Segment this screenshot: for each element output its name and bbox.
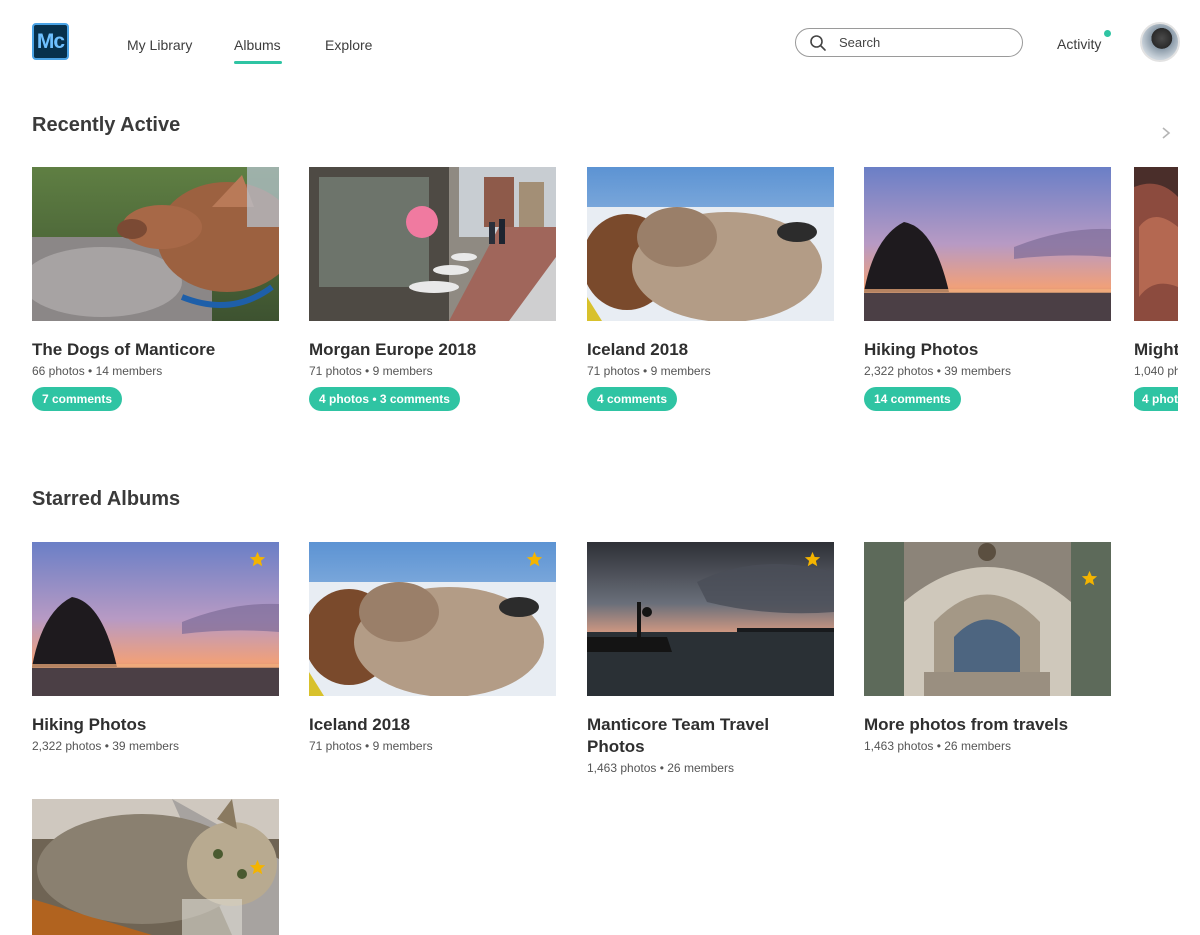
nav-albums[interactable]: Albums [234,37,281,53]
recently-active-heading: Recently Active [32,114,181,136]
album-card[interactable]: The Dogs of Manticore 66 photos • 14 mem… [32,167,279,411]
album-title[interactable]: Hiking Photos [864,339,1111,361]
album-title[interactable]: Iceland 2018 [309,714,556,736]
album-card[interactable]: Mighty 1,040 photos 4 photos [1134,167,1178,411]
album-title[interactable]: More photos from travels [864,714,1111,736]
activity-badge[interactable]: 7 comments [32,387,123,411]
nav-explore[interactable]: Explore [325,37,372,53]
album-title[interactable]: Iceland 2018 [587,339,834,361]
avatar[interactable] [1140,22,1180,62]
activity-badge[interactable]: 4 photos • 3 comments [309,387,460,411]
album-card-clipped: Mighty 1,040 photos 4 photos [1134,167,1178,427]
album-card[interactable]: Manticore Team Travel Photos 1,463 photo… [587,542,834,775]
album-meta: 71 photos • 9 members [309,364,433,378]
album-thumbnail[interactable] [32,167,279,321]
album-card[interactable]: Hiking Photos 2,322 photos • 39 members [32,542,279,753]
album-title[interactable]: Manticore Team Travel Photos [587,714,787,758]
search-input[interactable] [839,35,1009,50]
starred-albums-heading: Starred Albums [32,488,181,510]
album-meta: 66 photos • 14 members [32,364,163,378]
album-thumbnail[interactable] [1134,167,1178,321]
chevron-right-icon[interactable] [1159,124,1173,142]
album-thumbnail[interactable] [587,542,834,696]
album-title[interactable]: Morgan Europe 2018 [309,339,556,361]
album-title[interactable]: Hiking Photos [32,714,279,736]
album-card[interactable]: Iceland 2018 71 photos • 9 members 4 com… [587,167,834,411]
search-icon [810,34,826,51]
star-icon[interactable] [1081,570,1098,587]
app-logo[interactable]: Mc [32,23,69,60]
album-title[interactable]: The Dogs of Manticore [32,339,279,361]
album-meta: 2,322 photos • 39 members [32,739,179,753]
album-meta: 1,040 photos [1134,364,1178,378]
star-icon[interactable] [249,859,266,876]
album-card[interactable]: Hiking Photos 2,322 photos • 39 members … [864,167,1111,411]
top-bar: Mc My Library Albums Explore Activity [0,0,1200,80]
album-meta: 2,322 photos • 39 members [864,364,1011,378]
album-card[interactable]: Iceland 2018 71 photos • 9 members [309,542,556,753]
album-thumbnail[interactable] [32,799,279,935]
album-title[interactable]: Mighty [1134,339,1178,361]
star-icon[interactable] [804,551,821,568]
album-card[interactable] [32,799,279,935]
album-meta: 1,463 photos • 26 members [864,739,1011,753]
album-thumbnail[interactable] [309,542,556,696]
album-thumbnail[interactable] [864,542,1111,696]
activity-notification-dot [1104,30,1111,37]
active-nav-indicator [234,61,282,64]
album-thumbnail[interactable] [309,167,556,321]
album-thumbnail[interactable] [32,542,279,696]
activity-link[interactable]: Activity [1057,36,1101,52]
album-meta: 71 photos • 9 members [587,364,711,378]
album-thumbnail[interactable] [864,167,1111,321]
star-icon[interactable] [526,551,543,568]
album-meta: 71 photos • 9 members [309,739,433,753]
activity-badge[interactable]: 4 comments [587,387,678,411]
activity-badge[interactable]: 4 photos [1134,387,1178,411]
nav-my-library[interactable]: My Library [127,37,192,53]
star-icon[interactable] [249,551,266,568]
album-thumbnail[interactable] [587,167,834,321]
album-card[interactable]: Morgan Europe 2018 71 photos • 9 members… [309,167,556,411]
album-card[interactable]: More photos from travels 1,463 photos • … [864,542,1111,753]
search-box[interactable] [795,28,1023,57]
activity-badge[interactable]: 14 comments [864,387,961,411]
album-meta: 1,463 photos • 26 members [587,761,734,775]
